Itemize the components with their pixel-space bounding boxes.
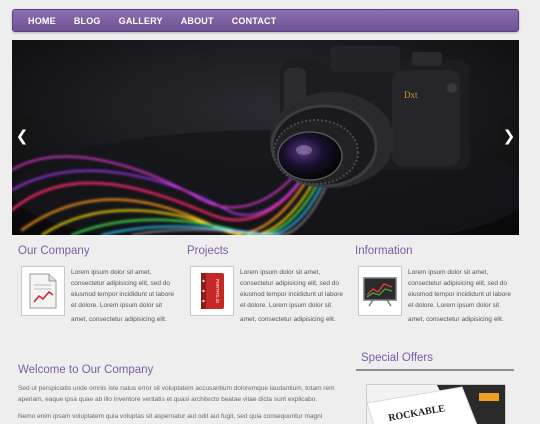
offer-image[interactable]: ROCKABLE [366, 384, 506, 424]
feature-text-line: consectetur adipisicing elit, sed do [71, 280, 171, 287]
feature-title: Our Company [18, 245, 90, 257]
feature-text-line: amet, consectetur adipisicing elit. [408, 316, 504, 323]
nav-about[interactable]: ABOUT [172, 16, 223, 26]
welcome-section: Welcome to Our Company Sed ut perspiciat… [18, 364, 338, 420]
feature-text-line: eiusmod tempor incididunt ut labore [71, 291, 174, 298]
feature-projects: Projects PORTFOLIO Lorem ipsum dolor sit… [187, 245, 347, 323]
chart-document-icon [29, 273, 57, 309]
feature-text-line: eiusmod tempor incididunt ut labore [240, 291, 343, 298]
welcome-title: Welcome to Our Company [18, 364, 154, 376]
feature-text-line: consectetur adipisicing elit, sed do [240, 280, 340, 287]
welcome-text-line: Nemo enim ipsam voluptatem quia voluptas… [18, 413, 323, 420]
feature-text-line: Lorem ipsum dolor sit amet, [71, 269, 152, 276]
nav-gallery[interactable]: GALLERY [110, 16, 172, 26]
offers-title: Special Offers [356, 352, 514, 371]
chart-board-icon [363, 277, 397, 307]
feature-text-line: et dolore. Lorem ipsum dolor sit [408, 302, 500, 309]
hero-slider: Dxt ❮ ❯ [12, 40, 519, 235]
main-nav: HOME BLOG GALLERY ABOUT CONTACT [12, 9, 519, 32]
hero-image: Dxt [12, 40, 519, 235]
nav-contact[interactable]: CONTACT [223, 16, 286, 26]
feature-thumb [21, 266, 65, 316]
welcome-text-line: aperiam, eaque ipsa quae ab illo invento… [18, 396, 318, 403]
feature-text-line: amet, consectetur adipisicing elit. [240, 316, 336, 323]
feature-text-line: eiusmod tempor incididunt ut labore [408, 291, 511, 298]
special-offers: Special Offers ROCKABLE [356, 352, 514, 424]
binder-label: PORTFOLIO [215, 279, 220, 304]
feature-text-line: et dolore. Lorem ipsum dolor sit [240, 302, 332, 309]
portfolio-binder-icon: PORTFOLIO [201, 273, 224, 309]
business-card-image: ROCKABLE [367, 385, 505, 424]
slider-next-button[interactable]: ❯ [499, 118, 519, 154]
feature-title: Information [355, 245, 413, 257]
feature-title: Projects [187, 245, 229, 257]
feature-thumb: PORTFOLIO [190, 266, 234, 316]
feature-text-line: et dolore. Lorem ipsum dolor sit [71, 302, 163, 309]
feature-text-line: Lorem ipsum dolor sit amet, [408, 269, 489, 276]
feature-our-company: Our Company Lorem ipsum dolor sit amet, … [18, 245, 178, 323]
feature-text-line: amet, consectetur adipisicing elit. [71, 316, 167, 323]
camera-brand: Dxt [404, 90, 418, 100]
nav-home[interactable]: HOME [19, 16, 65, 26]
feature-information: Information Lorem ipsum dolor sit amet, … [355, 245, 515, 323]
welcome-text-line: Sed ut perspiciatis unde omnis iste natu… [18, 385, 335, 392]
feature-text-line: Lorem ipsum dolor sit amet, [240, 269, 321, 276]
feature-text-line: consectetur adipisicing elit, sed do [408, 280, 508, 287]
nav-blog[interactable]: BLOG [65, 16, 110, 26]
camera-lens [270, 92, 394, 188]
slider-prev-button[interactable]: ❮ [12, 118, 32, 154]
feature-thumb [358, 266, 402, 316]
